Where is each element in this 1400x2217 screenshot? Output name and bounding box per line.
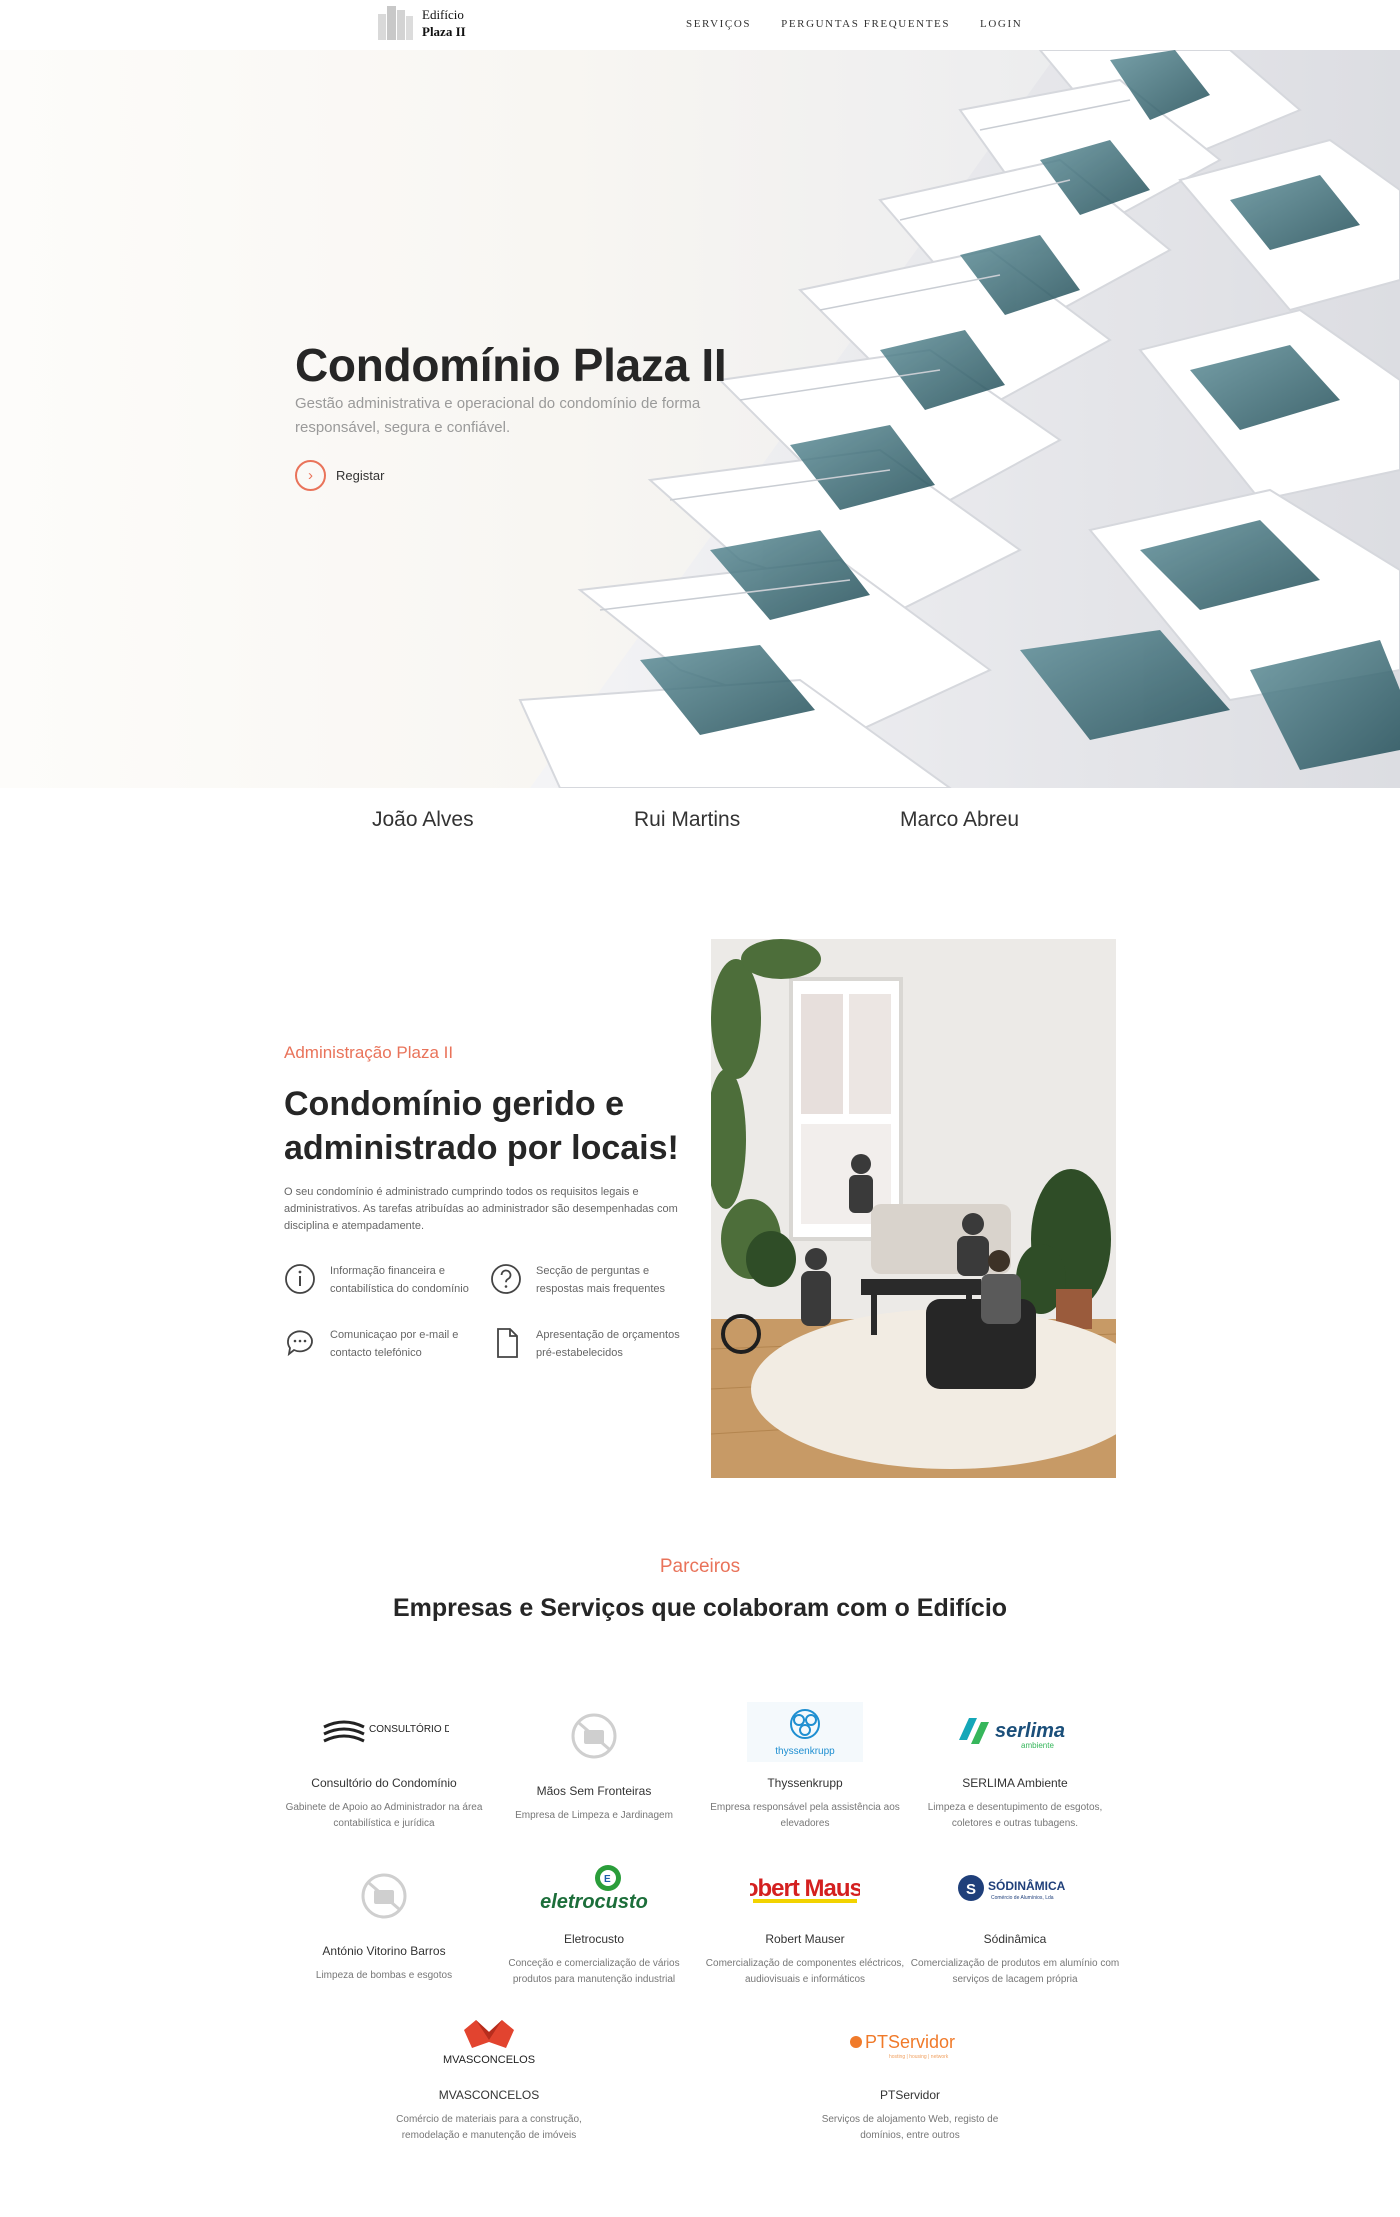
info-icon — [285, 1264, 315, 1294]
partner-card[interactable]: CONSULTÓRIO DO CONDOMÍNIO Consultório do… — [279, 1700, 489, 1832]
no-image-icon — [571, 1713, 617, 1759]
svg-text:Comércio de Alumínios, Lda: Comércio de Alumínios, Lda — [991, 1895, 1054, 1901]
sodinamica-logo-icon: S SÓDINÂMICA Comércio de Alumínios, Lda — [958, 1875, 1066, 1901]
site-logo[interactable]: Edifício Plaza II — [378, 6, 466, 40]
partner-name: MVASCONCELOS — [438, 2088, 540, 2102]
partner-name: Eletrocusto — [563, 1932, 625, 1946]
site-header: Edifício Plaza II SERVIÇOS PERGUNTAS FRE… — [0, 0, 1400, 50]
svg-text:E: E — [604, 1874, 611, 1885]
question-icon — [491, 1264, 521, 1294]
logo-line-2: Plaza II — [422, 24, 466, 39]
nav-servicos[interactable]: SERVIÇOS — [686, 18, 751, 30]
partners-title: Empresas e Serviços que colaboram com o … — [392, 1594, 1008, 1622]
feature-item: Secção de perguntas e respostas mais fre… — [490, 1262, 690, 1298]
ptservidor-logo-icon: PTServidor hosting | housing | network — [850, 2032, 955, 2060]
partner-description: Limpeza de bombas e esgotos — [315, 1970, 453, 1981]
admin-title: Condomínio gerido e administrado por loc… — [284, 1085, 679, 1167]
partner-description: Limpeza e desentupimento de esgotos, col… — [927, 1802, 1103, 1829]
chat-icon — [287, 1330, 313, 1357]
partner-logo: thyssenkrupp — [700, 1700, 910, 1764]
svg-text:hosting | housing | network: hosting | housing | network — [889, 2054, 949, 2060]
feature-item: Informação financeira e contabilística d… — [284, 1262, 484, 1298]
svg-text:PTServidor: PTServidor — [865, 2032, 955, 2052]
partner-name: Sódinâmica — [983, 1932, 1047, 1946]
feature-text: Secção de perguntas e respostas mais fre… — [536, 1265, 666, 1295]
serlima-logo-icon: serlima ambiente — [959, 1718, 1065, 1750]
logo-line-1: Edifício — [422, 7, 464, 22]
partner-name: Consultório do Condomínio — [311, 1776, 457, 1790]
partner-logo: PTServidor hosting | housing | network — [805, 2012, 1015, 2076]
svg-text:CONSULTÓRIO DO CONDOMÍNIO: CONSULTÓRIO DO CONDOMÍNIO — [369, 1722, 449, 1735]
hero-subtitle: Gestão administrativa e operacional do c… — [295, 395, 701, 436]
partner-card[interactable]: Mãos Sem Fronteiras Empresa de Limpeza e… — [489, 1700, 699, 1824]
partner-logo — [279, 1860, 489, 1932]
person-name: Rui Martins — [634, 808, 741, 831]
partner-card[interactable]: S SÓDINÂMICA Comércio de Alumínios, Lda … — [910, 1856, 1120, 1988]
partner-description: Empresa responsável pela assistência aos… — [710, 1802, 900, 1829]
register-button[interactable]: › Registar — [295, 460, 384, 491]
partner-card[interactable]: serlima ambiente SERLIMA Ambiente Limpez… — [910, 1700, 1120, 1832]
partners-eyebrow: Parceiros — [659, 1556, 741, 1577]
feature-item: Apresentação de orçamentos pré-estabelec… — [490, 1326, 690, 1362]
feature-text: Comunicaçao por e-mail e contacto telefó… — [330, 1329, 459, 1359]
partner-description: Comercialização de produtos em alumínio … — [910, 1958, 1120, 1985]
partner-name: Thyssenkrupp — [767, 1776, 843, 1790]
partner-description: Empresa de Limpeza e Jardinagem — [515, 1810, 673, 1821]
document-icon — [497, 1328, 518, 1358]
admin-eyebrow: Administração Plaza II — [284, 1043, 454, 1062]
mvasconcelos-logo-icon: MVASCONCELOS — [443, 2020, 535, 2066]
nav-login[interactable]: LOGIN — [980, 18, 1022, 30]
partner-name: PTServidor — [879, 2088, 941, 2102]
partner-logo: Robert Mauser — [700, 1856, 910, 1920]
hero-title: Condomínio Plaza II — [295, 339, 727, 391]
partner-name: António Vitorino Barros — [322, 1944, 446, 1958]
partner-name: Robert Mauser — [765, 1932, 845, 1946]
partner-logo: MVASCONCELOS — [384, 2012, 594, 2076]
partner-logo: S SÓDINÂMICA Comércio de Alumínios, Lda — [910, 1856, 1120, 1920]
svg-text:eletrocusto: eletrocusto — [540, 1891, 648, 1913]
feature-text: Apresentação de orçamentos pré-estabelec… — [536, 1329, 680, 1359]
svg-text:SÓDINÂMICA: SÓDINÂMICA — [988, 1878, 1066, 1893]
partner-logo: CONSULTÓRIO DO CONDOMÍNIO — [279, 1700, 489, 1764]
partner-description: Gabinete de Apoio ao Administrador na ár… — [285, 1802, 483, 1829]
svg-text:Robert Mauser: Robert Mauser — [750, 1875, 860, 1902]
partner-description: Conceção e comercialização de vários pro… — [508, 1958, 680, 1985]
person-name: João Alves — [372, 808, 474, 831]
svg-text:thyssenkrupp: thyssenkrupp — [775, 1746, 835, 1757]
svg-text:serlima: serlima — [995, 1720, 1065, 1742]
svg-text:ambiente: ambiente — [1021, 1741, 1054, 1750]
partner-logo — [489, 1700, 699, 1772]
svg-text:MVASCONCELOS: MVASCONCELOS — [443, 2054, 535, 2066]
admin-description: O seu condomínio é administrado cumprind… — [284, 1186, 678, 1232]
person-name: Marco Abreu — [900, 808, 1020, 831]
partner-card[interactable]: E eletrocusto Eletrocusto Conceção e com… — [489, 1856, 699, 1988]
main-nav: SERVIÇOS PERGUNTAS FREQUENTES LOGIN — [686, 18, 1022, 30]
nav-perguntas-frequentes[interactable]: PERGUNTAS FREQUENTES — [781, 18, 950, 30]
robert-mauser-logo-icon: Robert Mauser — [750, 1875, 860, 1903]
partner-description: Serviços de alojamento Web, registo de d… — [821, 2114, 999, 2141]
living-room-photo — [711, 939, 1116, 1478]
building-logo-icon — [378, 6, 414, 40]
no-image-icon — [361, 1873, 407, 1919]
partner-card[interactable]: thyssenkrupp Thyssenkrupp Empresa respon… — [700, 1700, 910, 1832]
chevron-right-icon: › — [295, 460, 326, 491]
partner-card[interactable]: António Vitorino Barros Limpeza de bomba… — [279, 1860, 489, 1984]
feature-text: Informação financeira e contabilística d… — [330, 1265, 469, 1295]
partner-name: Mãos Sem Fronteiras — [536, 1784, 652, 1798]
consultorio-logo-icon: CONSULTÓRIO DO CONDOMÍNIO — [323, 1720, 449, 1743]
eletrocusto-logo-icon: E eletrocusto — [540, 1865, 648, 1913]
partner-card[interactable]: MVASCONCELOS MVASCONCELOS Comércio de ma… — [384, 2012, 594, 2144]
hero-section: Condomínio Plaza II Gestão administrativ… — [0, 50, 1400, 788]
partner-description: Comércio de materiais para a construção,… — [396, 2114, 582, 2141]
register-label: Registar — [336, 468, 385, 483]
thyssenkrupp-logo-icon: thyssenkrupp — [747, 1702, 863, 1762]
partner-card[interactable]: PTServidor hosting | housing | network P… — [805, 2012, 1015, 2144]
partner-description: Comercialização de componentes eléctrico… — [705, 1958, 905, 1985]
partner-logo: E eletrocusto — [489, 1856, 699, 1920]
partner-card[interactable]: Robert Mauser Robert Mauser Comercializa… — [700, 1856, 910, 1988]
feature-item: Comunicaçao por e-mail e contacto telefó… — [284, 1326, 484, 1362]
partner-logo: serlima ambiente — [910, 1700, 1120, 1764]
partner-name: SERLIMA Ambiente — [962, 1776, 1068, 1790]
svg-text:S: S — [966, 1881, 976, 1898]
